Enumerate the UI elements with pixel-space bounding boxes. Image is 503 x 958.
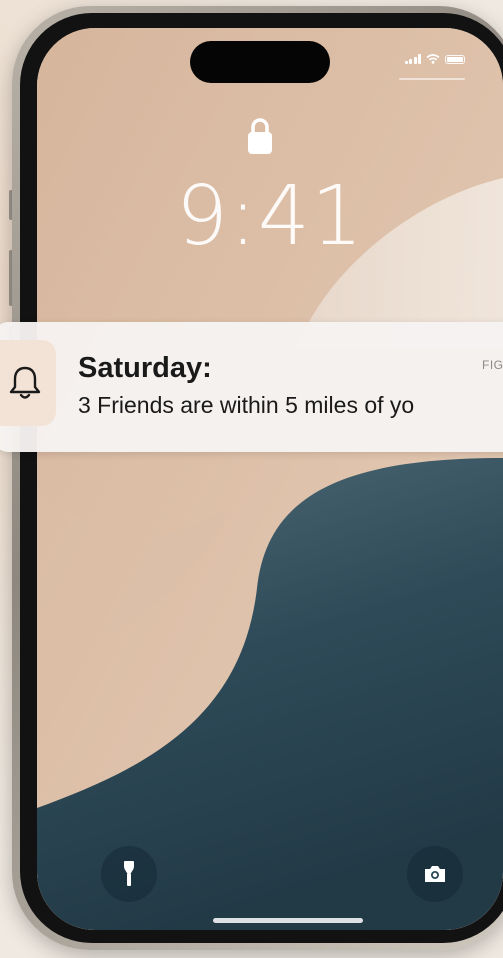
- dynamic-island: [190, 41, 330, 83]
- status-bar: [404, 54, 465, 64]
- lock-icon: [248, 118, 272, 154]
- notification-source: FIG: [482, 358, 503, 372]
- home-indicator[interactable]: [213, 918, 363, 923]
- scene-background: 9:41 Saturday: FIG 3 Friends are within …: [0, 0, 503, 958]
- notification-banner[interactable]: Saturday: FIG 3 Friends are within 5 mil…: [0, 322, 503, 452]
- lock-screen-time: 9:41: [175, 169, 365, 264]
- bell-icon: [9, 366, 41, 399]
- battery-icon: [445, 54, 465, 64]
- camera-button[interactable]: [407, 846, 463, 902]
- notification-body: 3 Friends are within 5 miles of yo: [78, 392, 415, 418]
- signal-icon: [404, 54, 421, 64]
- wallpaper: [37, 28, 503, 930]
- notification-title: Saturday:: [78, 352, 212, 384]
- lock-screen: 9:41: [37, 28, 503, 930]
- notification-app-icon: [0, 340, 56, 426]
- flashlight-button[interactable]: [101, 846, 157, 902]
- flashlight-icon: [124, 861, 134, 886]
- camera-icon: [425, 866, 445, 882]
- wifi-icon: [426, 54, 440, 64]
- status-underline: [399, 78, 465, 80]
